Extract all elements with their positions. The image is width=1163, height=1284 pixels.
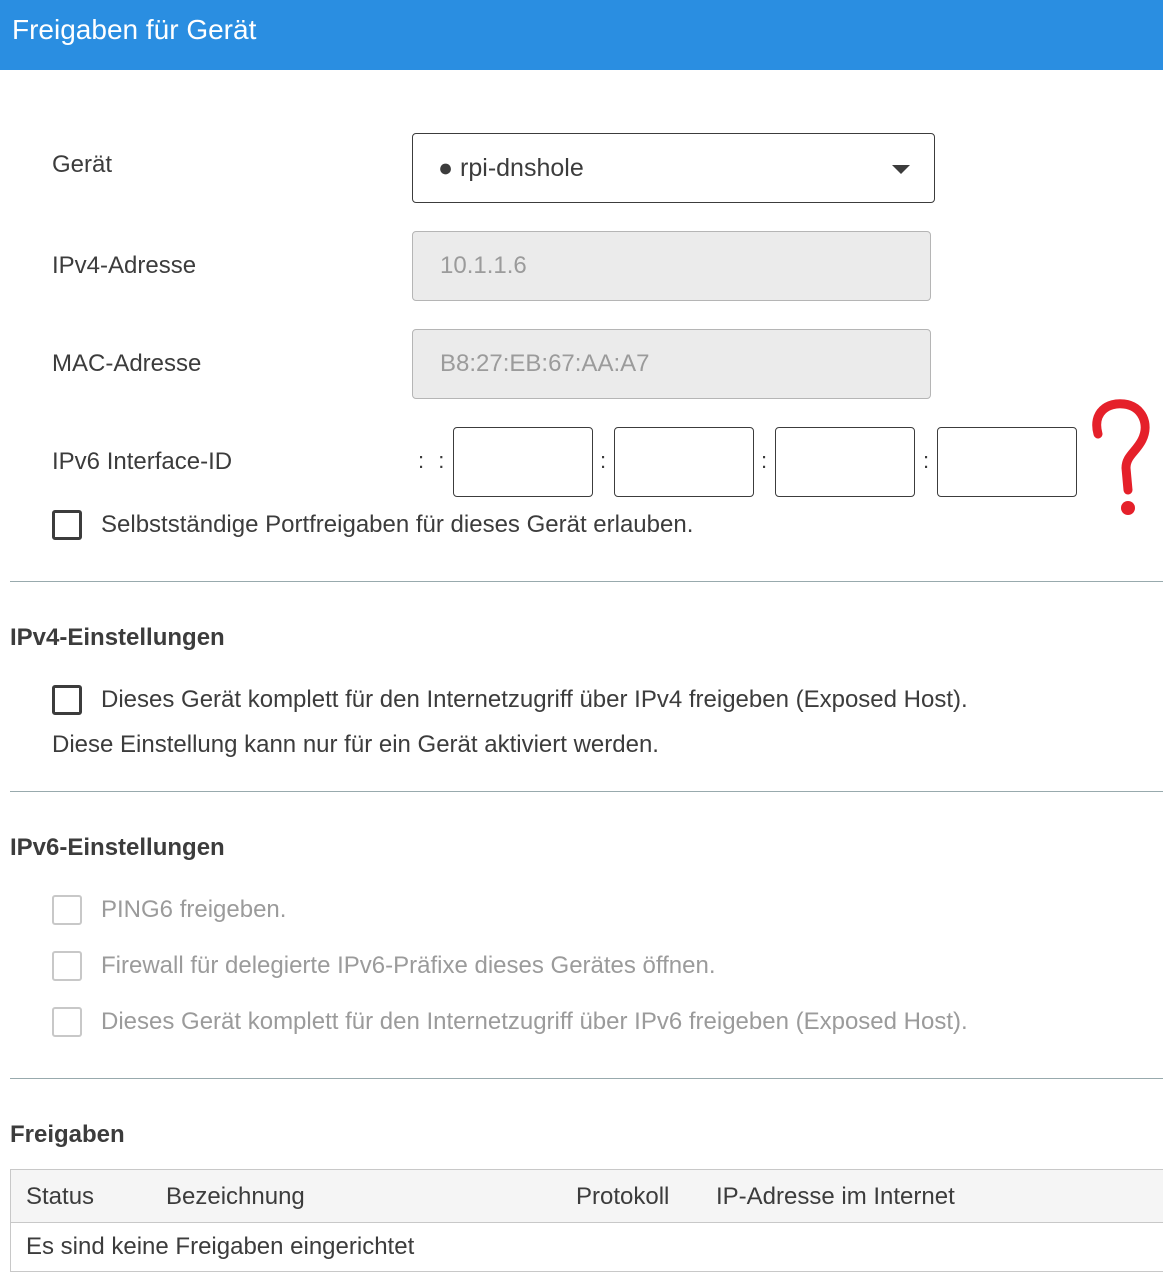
mac-address-field: B8:27:EB:67:AA:A7 [412,329,931,399]
ipv4-exposed-host-label: Dieses Gerät komplett für den Internetzu… [101,686,968,713]
ipv4-address-field: 10.1.1.6 [412,231,931,301]
question-mark-annotation-icon [1092,399,1150,515]
ipv4-exposed-host-checkbox[interactable] [52,685,82,715]
divider [10,581,1163,582]
chevron-down-icon [892,165,910,174]
ipv4-settings-heading: IPv4-Einstellungen [10,624,225,651]
ipv6-interface-id-input-4[interactable] [937,427,1077,497]
ipv6-exposed-host-label: Dieses Gerät komplett für den Internetzu… [101,1008,968,1035]
shares-table-header: Status Bezeichnung Protokoll IP-Adresse … [11,1170,1163,1223]
divider [10,1078,1163,1079]
column-header-status[interactable]: Status [26,1183,94,1211]
ipv4-exposed-host-note: Diese Einstellung kann nur für ein Gerät… [52,731,659,758]
ping6-checkbox [52,895,82,925]
ipv6-firewall-label: Firewall für delegierte IPv6-Präfixe die… [101,952,716,979]
column-header-protocol[interactable]: Protokoll [576,1183,669,1211]
ipv6-separator: : [923,448,930,473]
ipv6-interface-id-label: IPv6 Interface-ID [52,448,233,475]
allow-port-forwarding-checkbox[interactable] [52,510,82,540]
divider [10,791,1163,792]
ping6-label: PING6 freigeben. [101,896,287,923]
ipv6-interface-id-input-1[interactable] [453,427,593,497]
device-label: Gerät [52,151,113,178]
ipv6-exposed-host-checkbox [52,1007,82,1037]
ipv6-settings-heading: IPv6-Einstellungen [10,834,225,861]
device-select-value: ● rpi-dnshole [438,154,584,182]
shares-heading: Freigaben [10,1121,125,1148]
ipv6-separator: : [600,448,607,473]
device-select[interactable]: ● rpi-dnshole [412,133,935,203]
ipv6-prefix-colons: : : [418,448,449,473]
ipv6-firewall-checkbox [52,951,82,981]
ipv6-interface-id-input-2[interactable] [614,427,754,497]
mac-address-label: MAC-Adresse [52,350,202,377]
ipv6-separator: : [761,448,768,473]
column-header-internet-ip[interactable]: IP-Adresse im Internet [716,1183,955,1211]
shares-table: Status Bezeichnung Protokoll IP-Adresse … [10,1169,1163,1272]
ipv6-interface-id-input-3[interactable] [775,427,915,497]
page-title: Freigaben für Gerät [12,14,257,45]
ipv4-address-label: IPv4-Adresse [52,252,197,279]
column-header-name[interactable]: Bezeichnung [166,1183,305,1211]
page-header: Freigaben für Gerät [0,0,1163,70]
shares-empty-message: Es sind keine Freigaben eingerichtet [26,1233,415,1260]
allow-port-forwarding-label: Selbstständige Portfreigaben für dieses … [101,511,694,538]
